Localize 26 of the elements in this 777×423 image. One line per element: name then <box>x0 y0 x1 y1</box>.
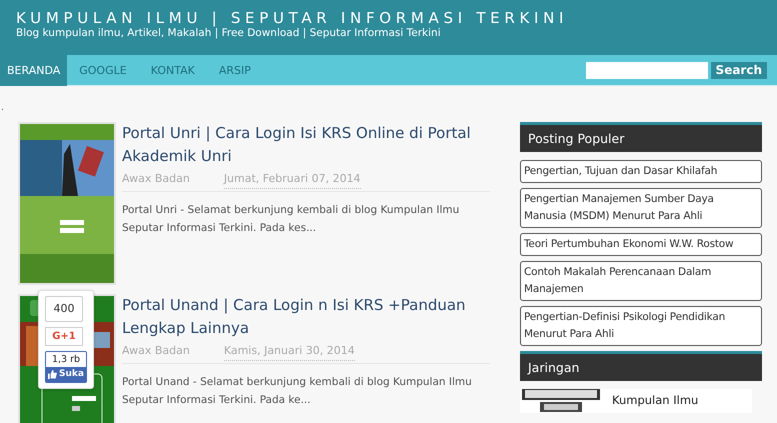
post-excerpt: Portal Unri - Selamat berkunjung kembali di blog Kumpulan Ilmu Seputar Informasi Terkini. Pada kes... <box>122 202 460 236</box>
like-button[interactable]: Suka <box>46 367 86 382</box>
plus-one-button[interactable]: G+1 <box>45 327 83 346</box>
widget-heading: Jaringan <box>520 351 762 381</box>
dot-mark: . <box>1 104 4 113</box>
popular-post-link[interactable]: Pengertian, Tujuan dan Dasar Khilafah <box>520 160 762 183</box>
nav-link[interactable]: GOOGLE <box>67 54 139 86</box>
post-author: Awax Badan <box>122 171 190 187</box>
nav-link[interactable]: KONTAK <box>138 54 207 86</box>
post-author: Awax Badan <box>122 343 190 359</box>
widget-heading: Posting Populer <box>520 122 762 152</box>
share-count: 400 <box>45 296 83 322</box>
popular-post-link[interactable]: Teori Pertumbuhan Ekonomi W.W. Rostow <box>520 233 762 256</box>
site-title[interactable]: KUMPULAN ILMU | SEPUTAR INFORMASI TERKINI <box>16 9 761 27</box>
post-title[interactable]: Portal Unri | Cara Login Isi KRS Online di Portal Akademik Unri <box>122 122 490 168</box>
post-title[interactable]: Portal Unand | Cara Login n Isi KRS +Panduan Lengkap Lainnya <box>122 294 490 340</box>
popular-post-link[interactable]: Contoh Makalah Perencanaan Dalam Manajemen <box>520 261 762 301</box>
site-tagline: Blog kumpulan ilmu, Artikel, Makalah | Free Download | Seputar Informasi Terkini <box>16 27 442 41</box>
post-excerpt: Portal Unand - Selamat berkunjung kembali di blog Kumpulan Ilmu Seputar Informasi Terkini. Pada ke... <box>122 374 473 408</box>
search-button[interactable]: Search <box>710 62 767 78</box>
popular-post-link[interactable]: Pengertian-Definisi Psikologi Pendidikan Menurut Para Ahli <box>520 306 762 346</box>
search-field[interactable] <box>586 62 708 78</box>
popular-post-link[interactable]: Pengertian Manajemen Sumber Daya Manusia (MSDM) Menurut Para Ahli <box>520 188 762 228</box>
nav-link[interactable]: BERANDA <box>0 54 68 86</box>
thumbs-up-icon <box>48 370 57 379</box>
nav-link[interactable]: ARSIP <box>206 54 263 86</box>
